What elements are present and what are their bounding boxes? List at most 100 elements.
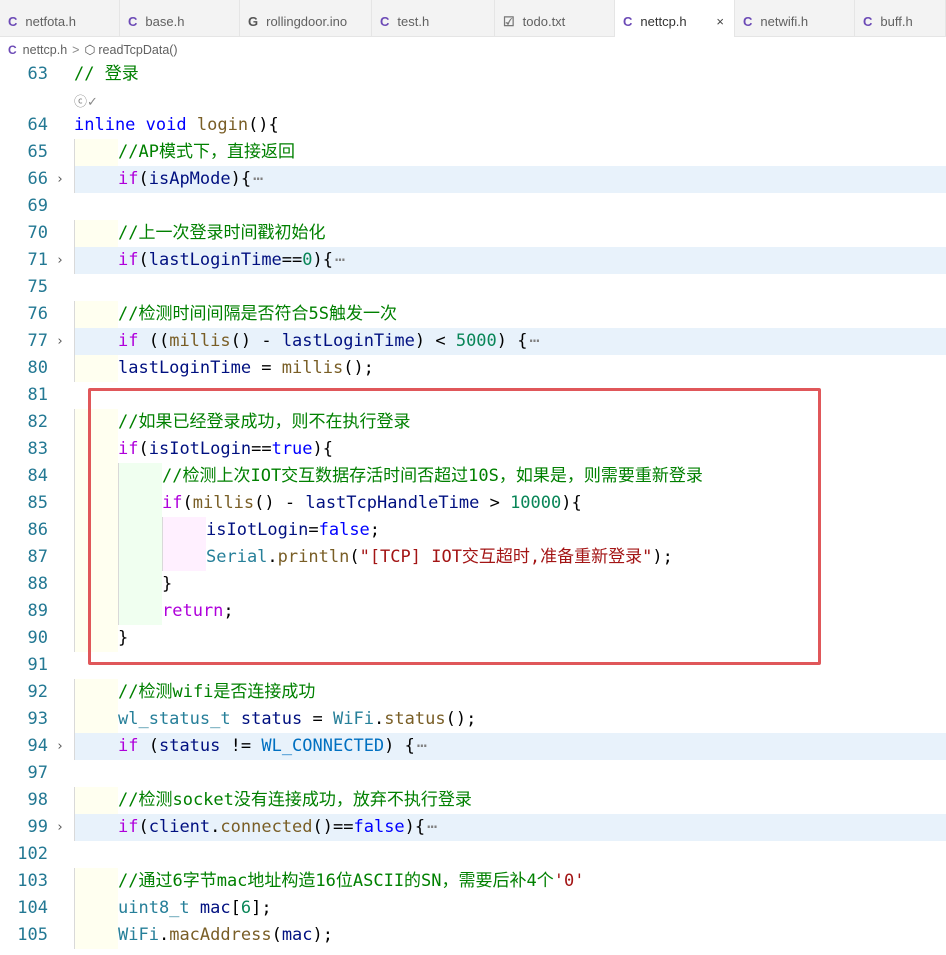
c-file-icon: C [743, 14, 753, 29]
code-line[interactable]: //AP模式下，直接返回 [118, 139, 295, 166]
tab-test-h[interactable]: Ctest.h [372, 0, 495, 36]
indent-band [74, 301, 118, 328]
indent-band [74, 814, 118, 841]
tab-base-h[interactable]: Cbase.h [120, 0, 240, 36]
code-line[interactable]: //检测时间间隔是否符合5S触发一次 [118, 301, 397, 328]
fold-chevron-icon[interactable]: › [56, 166, 64, 193]
code-token: client [148, 817, 211, 837]
code-token: ]; [251, 898, 272, 918]
code-line[interactable]: //检测wifi是否连接成功 [118, 679, 315, 706]
code-token: //检测时间间隔是否符合5S触发一次 [118, 304, 397, 324]
breadcrumb-symbol[interactable]: readTcpData() [98, 43, 177, 57]
code-line[interactable]: // 登录 [74, 61, 139, 88]
code-line[interactable]: lastLoginTime = millis(); [118, 355, 374, 382]
code-token: false [353, 817, 405, 837]
code-token: . [210, 817, 221, 837]
code-line[interactable]: wl_status_t status = WiFi.status(); [118, 706, 476, 733]
indent-band [74, 220, 118, 247]
indent-band [74, 733, 118, 760]
indent-band [74, 328, 118, 355]
indent-guide [74, 409, 75, 436]
editor-tab-bar: Cnetfota.h Cbase.h Grollingdoor.ino Ctest.h… [0, 0, 946, 37]
indent-guide [74, 436, 75, 463]
indent-guide [74, 706, 75, 733]
c-file-icon: C [863, 14, 873, 29]
code-token: ){ [230, 169, 252, 189]
code-token: ){ [312, 250, 334, 270]
line-number: 104 [17, 898, 48, 918]
line-number: 76 [27, 304, 48, 324]
c-file-icon: C [128, 14, 138, 29]
code-token: . [373, 709, 385, 729]
indent-band [74, 787, 118, 814]
fold-chevron-icon[interactable]: › [56, 328, 64, 355]
code-line[interactable]: inline void login(){ [74, 112, 279, 139]
line-number: 82 [27, 412, 48, 432]
code-token: ( [138, 250, 149, 270]
tab-label: netwifi.h [760, 14, 809, 29]
indent-band [74, 895, 118, 922]
indent-guide [74, 490, 75, 517]
code-line[interactable]: if(isApMode){⋯ [118, 166, 263, 193]
folded-ellipsis[interactable]: ⋯ [530, 331, 540, 351]
tab-netwifi-h[interactable]: Cnetwifi.h [735, 0, 855, 36]
code-token: connected [220, 817, 313, 837]
codelens-hint[interactable]: ⓒ✓ [74, 91, 98, 110]
indent-guide [74, 328, 75, 355]
code-token: login [196, 115, 249, 135]
fold-chevron-icon[interactable]: › [56, 247, 64, 274]
indent-band [74, 247, 118, 274]
code-line[interactable]: if (status != WL_CONNECTED) {⋯ [118, 733, 427, 760]
indent-band [74, 139, 118, 166]
line-number: 64 [27, 115, 48, 135]
code-token: //检测wifi是否连接成功 [118, 682, 316, 702]
line-number: 87 [27, 547, 48, 567]
code-token: status [384, 709, 446, 729]
folded-ellipsis[interactable]: ⋯ [335, 250, 345, 270]
code-token: millis [281, 358, 344, 378]
tab-label: base.h [145, 14, 185, 29]
tab-label: nettcp.h [640, 14, 687, 29]
line-number: 85 [27, 493, 48, 513]
close-icon[interactable]: × [716, 0, 724, 37]
code-token: = [251, 358, 282, 378]
code-line[interactable]: uint8_t mac[6]; [118, 895, 272, 922]
indent-guide [74, 220, 75, 247]
text-file-icon: ☑ [503, 14, 515, 29]
folded-ellipsis[interactable]: ⋯ [427, 817, 437, 837]
tab-netfota-h[interactable]: Cnetfota.h [0, 0, 120, 36]
tab-nettcp-h[interactable]: Cnettcp.h × [615, 0, 735, 37]
line-number: 92 [27, 682, 48, 702]
code-token: isApMode [148, 169, 231, 189]
tab-todo-txt[interactable]: ☑ todo.txt [495, 0, 615, 36]
c-file-icon: C [8, 14, 18, 29]
code-line[interactable]: if(lastLoginTime==0){⋯ [118, 247, 345, 274]
indent-guide [74, 679, 75, 706]
indent-guide [74, 868, 75, 895]
fold-chevron-icon[interactable]: › [56, 733, 64, 760]
code-token: lastLoginTime [148, 250, 282, 270]
line-number: 81 [27, 385, 48, 405]
code-line[interactable]: WiFi.macAddress(mac); [118, 922, 333, 949]
code-line[interactable]: //通过6字节mac地址构造16位ASCII的SN，需要后补4个'0' [118, 868, 584, 895]
folded-ellipsis[interactable]: ⋯ [417, 736, 427, 756]
code-line[interactable]: //上一次登录时间戳初始化 [118, 220, 325, 247]
code-line[interactable]: if ((millis() - lastLoginTime) < 5000) {… [118, 328, 540, 355]
breadcrumb-file[interactable]: nettcp.h [23, 43, 67, 57]
code-token: ()== [312, 817, 354, 837]
tab-buff-h[interactable]: Cbuff.h [855, 0, 946, 36]
indent-guide [74, 247, 75, 274]
code-token: (); [343, 358, 374, 378]
tab-rollingdoor-ino[interactable]: Grollingdoor.ino [240, 0, 372, 36]
fold-chevron-icon[interactable]: › [56, 814, 64, 841]
folded-ellipsis[interactable]: ⋯ [253, 169, 263, 189]
code-token: inline [74, 115, 136, 135]
code-token: uint8_t [118, 898, 190, 918]
line-number: 94 [27, 736, 48, 756]
code-line[interactable]: //检测socket没有连接成功，放弃不执行登录 [118, 787, 472, 814]
code-line[interactable]: if(client.connected()==false){⋯ [118, 814, 437, 841]
code-token: // 登录 [74, 64, 139, 84]
code-token: ( [271, 925, 282, 945]
